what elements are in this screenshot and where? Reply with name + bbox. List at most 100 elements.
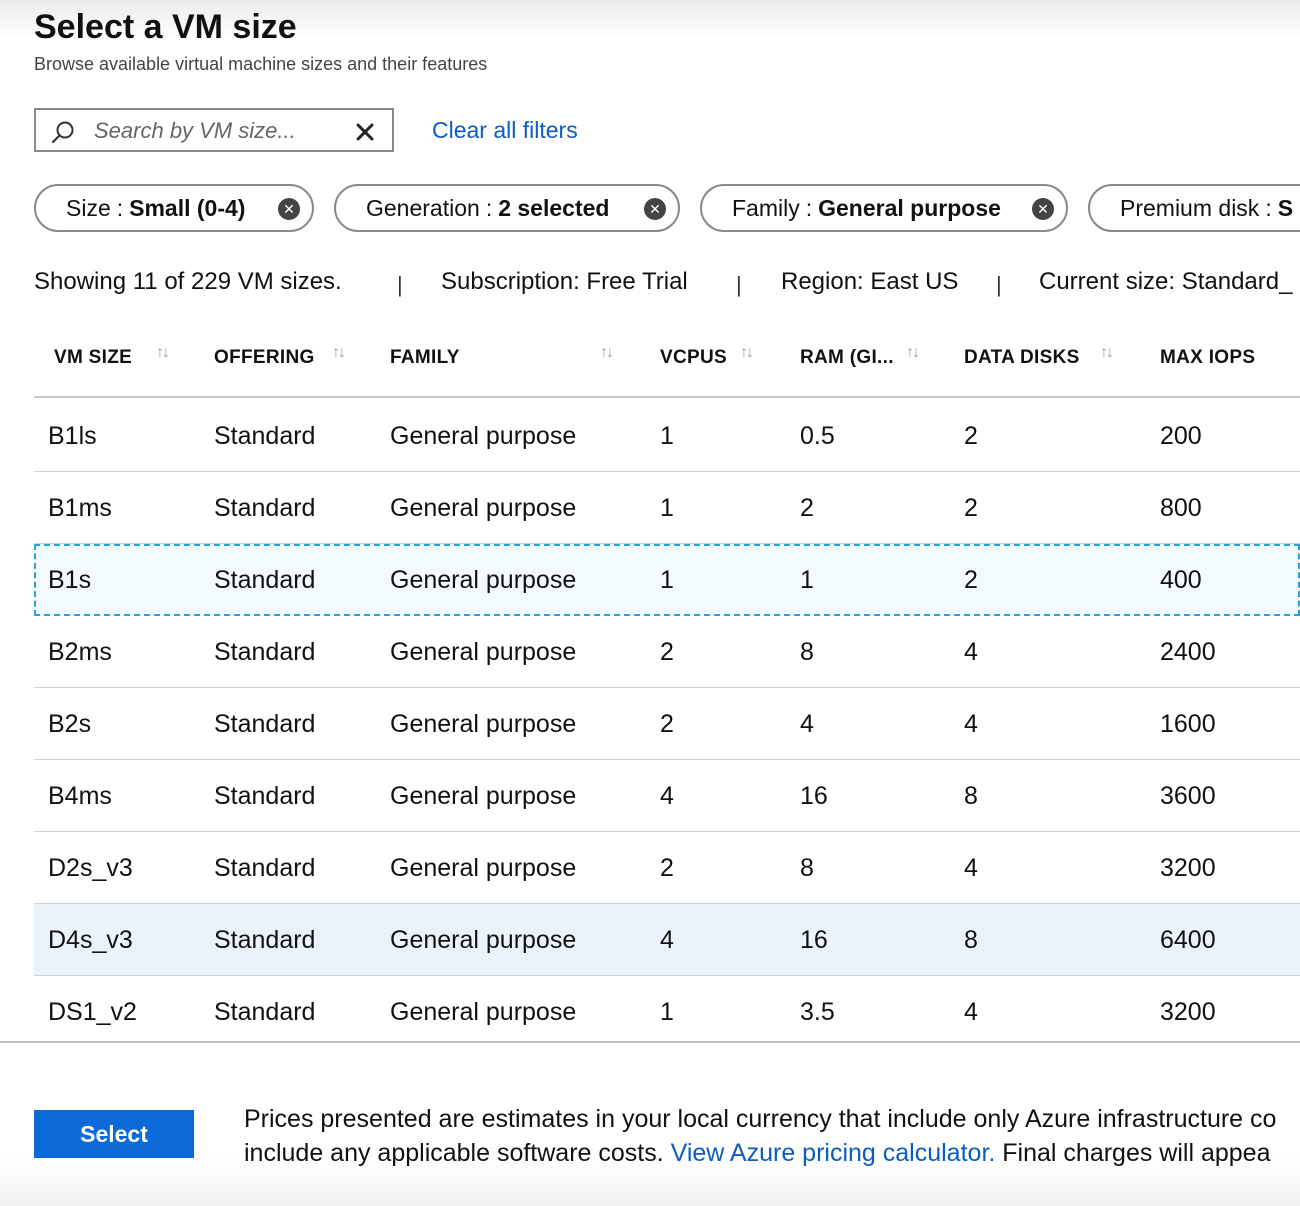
family-cell: General purpose bbox=[390, 566, 577, 594]
max-iops-cell: 3600 bbox=[1160, 782, 1216, 810]
ram-cell: 3.5 bbox=[800, 998, 835, 1026]
sort-icon[interactable]: ↑↓ bbox=[906, 344, 920, 362]
table-row[interactable]: B1s Standard General purpose 1 1 2 400 bbox=[34, 544, 1300, 616]
table-row[interactable]: B1ls Standard General purpose 1 0.5 2 200 bbox=[34, 400, 1300, 472]
region-info: Region: East US bbox=[781, 268, 959, 295]
filter-label: Family bbox=[732, 194, 800, 221]
max-iops-cell: 200 bbox=[1160, 422, 1202, 450]
family-cell: General purpose bbox=[390, 998, 577, 1026]
subscription-info: Subscription: Free Trial bbox=[441, 268, 688, 295]
vcpus-cell: 1 bbox=[660, 494, 674, 522]
vcpus-cell: 4 bbox=[660, 926, 674, 954]
filter-label: Premium disk bbox=[1120, 194, 1260, 221]
offering-cell: Standard bbox=[214, 422, 316, 450]
vm-size-cell: B1ms bbox=[48, 494, 112, 522]
column-header-max-iops[interactable]: MAX IOPS bbox=[1160, 347, 1255, 369]
offering-cell: Standard bbox=[214, 854, 316, 882]
showing-count: Showing 11 of 229 VM sizes. bbox=[34, 268, 342, 295]
vm-size-cell: B1ls bbox=[48, 422, 97, 450]
vm-size-cell: B1s bbox=[48, 566, 92, 594]
column-header-data-disks[interactable]: DATA DISKS bbox=[964, 347, 1080, 369]
filter-separator: : bbox=[116, 194, 124, 221]
data-disks-cell: 4 bbox=[964, 638, 978, 666]
current-size-info: Current size: Standard_ bbox=[1039, 268, 1293, 295]
family-cell: General purpose bbox=[390, 854, 577, 882]
data-disks-cell: 8 bbox=[964, 782, 978, 810]
clear-all-filters-link[interactable]: Clear all filters bbox=[432, 117, 578, 144]
close-icon[interactable] bbox=[354, 121, 376, 143]
remove-filter-icon[interactable]: ✕ bbox=[1032, 198, 1054, 220]
vcpus-cell: 2 bbox=[660, 710, 674, 738]
table-row[interactable]: B1ms Standard General purpose 1 2 2 800 bbox=[34, 472, 1300, 544]
max-iops-cell: 400 bbox=[1160, 566, 1202, 594]
offering-cell: Standard bbox=[214, 710, 316, 738]
max-iops-cell: 2400 bbox=[1160, 638, 1216, 666]
vcpus-cell: 2 bbox=[660, 638, 674, 666]
vm-size-cell: B2ms bbox=[48, 638, 112, 666]
column-header-vm-size[interactable]: VM SIZE bbox=[54, 347, 132, 369]
data-disks-cell: 2 bbox=[964, 566, 978, 594]
filter-separator: : bbox=[805, 194, 813, 221]
search-input[interactable] bbox=[94, 116, 344, 146]
sort-icon[interactable]: ↑↓ bbox=[740, 344, 754, 362]
max-iops-cell: 6400 bbox=[1160, 926, 1216, 954]
ram-cell: 1 bbox=[800, 566, 814, 594]
column-header-ram[interactable]: RAM (GI... bbox=[800, 347, 894, 369]
pricing-calculator-link[interactable]: View Azure pricing calculator. bbox=[671, 1139, 996, 1167]
sort-icon[interactable]: ↑↓ bbox=[1100, 344, 1114, 362]
vm-size-cell: B4ms bbox=[48, 782, 112, 810]
table-row[interactable]: D4s_v3 Standard General purpose 4 16 8 6400 bbox=[34, 904, 1300, 976]
select-button[interactable]: Select bbox=[34, 1110, 194, 1158]
filter-chip-family[interactable]: Family : General purpose ✕ bbox=[700, 184, 1068, 232]
max-iops-cell: 3200 bbox=[1160, 998, 1216, 1026]
ram-cell: 0.5 bbox=[800, 422, 835, 450]
remove-filter-icon[interactable]: ✕ bbox=[278, 198, 300, 220]
column-header-offering[interactable]: OFFERING bbox=[214, 347, 315, 369]
pricing-note-line2: include any applicable software costs. V… bbox=[244, 1136, 1276, 1170]
ram-cell: 2 bbox=[800, 494, 814, 522]
filter-value: 2 selected bbox=[498, 194, 610, 221]
table-row[interactable]: DS1_v2 Standard General purpose 1 3.5 4 3200 bbox=[34, 976, 1300, 1048]
filter-chip-size[interactable]: Size : Small (0-4) ✕ bbox=[34, 184, 314, 232]
family-cell: General purpose bbox=[390, 422, 577, 450]
ram-cell: 16 bbox=[800, 782, 828, 810]
table-row[interactable]: B2ms Standard General purpose 2 8 4 2400 bbox=[34, 616, 1300, 688]
table-row[interactable]: D2s_v3 Standard General purpose 2 8 4 3200 bbox=[34, 832, 1300, 904]
sort-icon[interactable]: ↑↓ bbox=[332, 344, 346, 362]
divider: | bbox=[996, 272, 1002, 297]
filter-chip-premium-disk[interactable]: Premium disk : S bbox=[1088, 184, 1300, 232]
vcpus-cell: 1 bbox=[660, 566, 674, 594]
table-header: VM SIZE ↑↓ OFFERING ↑↓ FAMILY ↑↓ VCPUS ↑… bbox=[34, 330, 1300, 398]
family-cell: General purpose bbox=[390, 494, 577, 522]
filter-chips: Size : Small (0-4) ✕ Generation : 2 sele… bbox=[34, 184, 1300, 236]
search-icon bbox=[51, 121, 74, 144]
ram-cell: 8 bbox=[800, 854, 814, 882]
family-cell: General purpose bbox=[390, 638, 577, 666]
data-disks-cell: 4 bbox=[964, 710, 978, 738]
table-row[interactable]: B4ms Standard General purpose 4 16 8 3600 bbox=[34, 760, 1300, 832]
search-box[interactable] bbox=[34, 108, 394, 152]
data-disks-cell: 4 bbox=[964, 854, 978, 882]
page-subtitle: Browse available virtual machine sizes a… bbox=[34, 54, 488, 74]
sort-icon[interactable]: ↑↓ bbox=[156, 344, 170, 362]
vm-size-cell: D2s_v3 bbox=[48, 854, 133, 882]
offering-cell: Standard bbox=[214, 638, 316, 666]
ram-cell: 4 bbox=[800, 710, 814, 738]
family-cell: General purpose bbox=[390, 782, 577, 810]
ram-cell: 16 bbox=[800, 926, 828, 954]
offering-cell: Standard bbox=[214, 566, 316, 594]
family-cell: General purpose bbox=[390, 926, 577, 954]
data-disks-cell: 4 bbox=[964, 998, 978, 1026]
vm-size-cell: DS1_v2 bbox=[48, 998, 137, 1026]
table-row[interactable]: B2s Standard General purpose 2 4 4 1600 bbox=[34, 688, 1300, 760]
filter-chip-generation[interactable]: Generation : 2 selected ✕ bbox=[334, 184, 680, 232]
sort-icon[interactable]: ↑↓ bbox=[600, 344, 614, 362]
filter-label: Size bbox=[66, 194, 111, 221]
filter-value: S bbox=[1277, 194, 1294, 221]
offering-cell: Standard bbox=[214, 998, 316, 1026]
data-disks-cell: 8 bbox=[964, 926, 978, 954]
column-header-family[interactable]: FAMILY bbox=[390, 347, 460, 369]
column-header-vcpus[interactable]: VCPUS bbox=[660, 347, 727, 369]
remove-filter-icon[interactable]: ✕ bbox=[644, 198, 666, 220]
page-title: Select a VM size bbox=[34, 8, 297, 46]
